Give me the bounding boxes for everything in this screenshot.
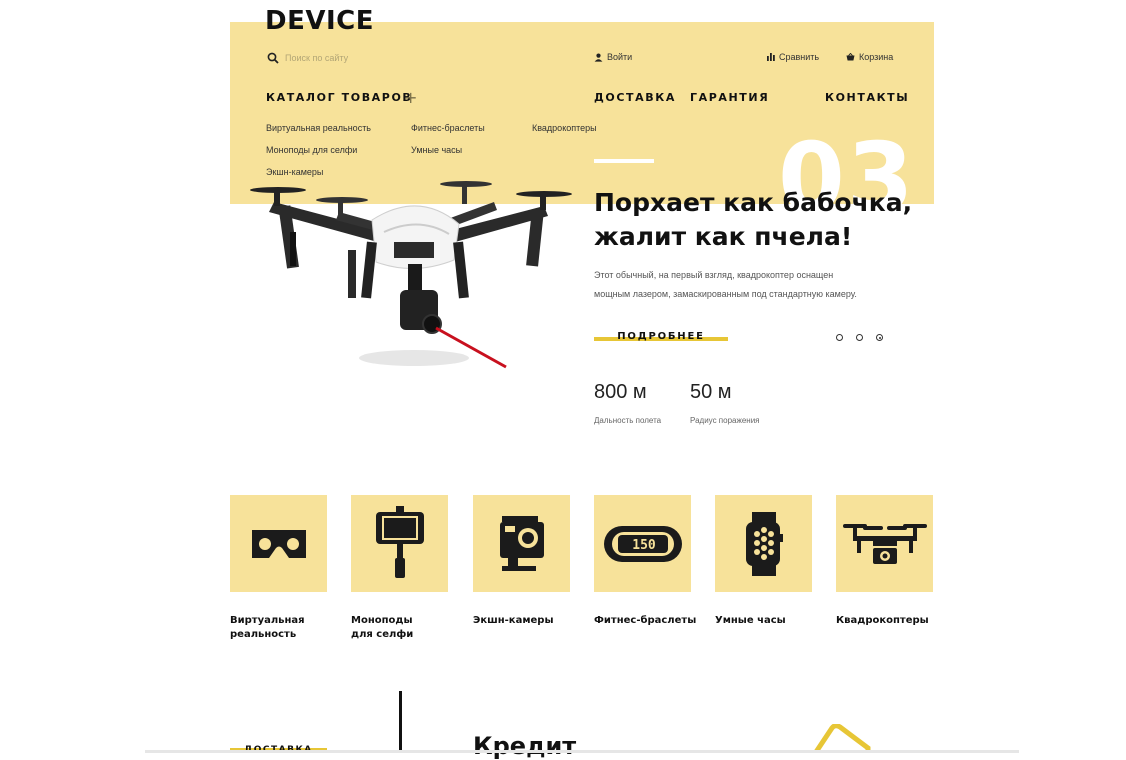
category-action-cameras[interactable]: Экшн-камеры: [473, 495, 570, 628]
slide-description-line-2: мощным лазером, замаскированным под стан…: [594, 289, 857, 299]
category-monopods[interactable]: Моноподы для селфи: [351, 495, 448, 642]
slider-dot-3[interactable]: [876, 334, 883, 341]
plus-icon[interactable]: +: [404, 88, 417, 107]
category-label: Экшн-камеры: [473, 614, 570, 628]
category-label: Моноподы для селфи: [351, 614, 448, 642]
vr-headset-icon: [251, 529, 306, 558]
submenu-monopods[interactable]: Моноподы для селфи: [266, 145, 357, 155]
slider-dot-1[interactable]: [836, 334, 843, 341]
login-label: Войти: [607, 52, 633, 62]
category-tile: 150: [594, 495, 691, 592]
category-label-line-1: Квадрокоптеры: [836, 615, 929, 626]
cart-label: Корзина: [859, 52, 894, 62]
fitness-band-icon: 150: [603, 525, 682, 562]
slide-title-line-2: жалит как пчела!: [594, 222, 853, 251]
compare-icon: [767, 53, 775, 61]
category-fitness-bands[interactable]: 150 Фитнес-браслеты: [594, 495, 697, 628]
submenu-vr[interactable]: Виртуальная реальность: [266, 123, 371, 133]
credit-card-icon: [812, 724, 871, 753]
nav-warranty[interactable]: ГАРАНТИЯ: [690, 91, 769, 104]
category-label-line-1: Умные часы: [715, 615, 786, 626]
nav-delivery[interactable]: ДОСТАВКА: [594, 91, 676, 104]
category-label-line-2: для селфи: [351, 629, 414, 640]
category-tile: [715, 495, 812, 592]
search-icon[interactable]: [267, 52, 279, 64]
category-label-line-1: Виртуальная: [230, 615, 305, 626]
hero-divider: [594, 159, 654, 163]
category-tile: [351, 495, 448, 592]
nav-catalog[interactable]: КАТАЛОГ ТОВАРОВ: [266, 91, 412, 104]
slider-dot-2[interactable]: [856, 334, 863, 341]
user-icon: [594, 53, 603, 62]
category-smartwatches[interactable]: Умные часы: [715, 495, 812, 628]
more-button[interactable]: ПОДРОБНЕЕ: [594, 328, 728, 344]
category-label-line-1: Фитнес-браслеты: [594, 615, 697, 626]
band-display-text: 150: [632, 538, 656, 553]
services-divider: [399, 691, 402, 753]
category-label: Квадрокоптеры: [836, 614, 933, 628]
category-label-line-1: Моноподы: [351, 615, 413, 626]
submenu-fitness[interactable]: Фитнес-браслеты: [411, 123, 485, 133]
stat-range-label: Дальность полета: [594, 416, 662, 425]
cart-icon: [846, 53, 855, 61]
compare-link[interactable]: Сравнить: [767, 52, 819, 62]
stat-radius-label: Радиус поражения: [690, 416, 760, 425]
cart-link[interactable]: Корзина: [846, 52, 893, 62]
slide-description-line-1: Этот обычный, на первый взгляд, квадроко…: [594, 270, 834, 280]
category-label: Умные часы: [715, 614, 812, 628]
category-label-line-2: реальность: [230, 629, 297, 640]
category-tile: [836, 495, 933, 592]
quadcopter-icon: [842, 523, 927, 564]
compare-label: Сравнить: [779, 52, 820, 62]
search-input[interactable]: [285, 50, 485, 66]
stat-radius-value: 50 м: [690, 381, 732, 403]
drone-image: [250, 181, 572, 369]
slide-title-line-1: Порхает как бабочка,: [594, 188, 913, 217]
login-link[interactable]: Войти: [594, 52, 632, 62]
category-label: Фитнес-браслеты: [594, 614, 697, 628]
selfie-stick-icon: [375, 505, 424, 578]
submenu-quadcopters[interactable]: Квадрокоптеры: [532, 123, 597, 133]
services-title: Кредит: [473, 732, 577, 760]
stat-range-value: 800 м: [594, 381, 647, 403]
submenu-smartwatches[interactable]: Умные часы: [411, 145, 462, 155]
slide-title: Порхает как бабочка, жалит как пчела!: [594, 186, 912, 254]
nav-contacts[interactable]: КОНТАКТЫ: [825, 91, 909, 104]
category-tile: [473, 495, 570, 592]
site-logo[interactable]: DEVICE: [265, 6, 374, 36]
category-vr[interactable]: Виртуальная реальность: [230, 495, 327, 642]
category-label: Виртуальная реальность: [230, 614, 327, 642]
category-label-line-1: Экшн-камеры: [473, 615, 554, 626]
slide-description: Этот обычный, на первый взгляд, квадроко…: [594, 266, 857, 304]
category-quadcopters[interactable]: Квадрокоптеры: [836, 495, 933, 628]
category-tile: [230, 495, 327, 592]
action-camera-icon: [499, 515, 544, 571]
smartwatch-icon: [745, 511, 783, 576]
